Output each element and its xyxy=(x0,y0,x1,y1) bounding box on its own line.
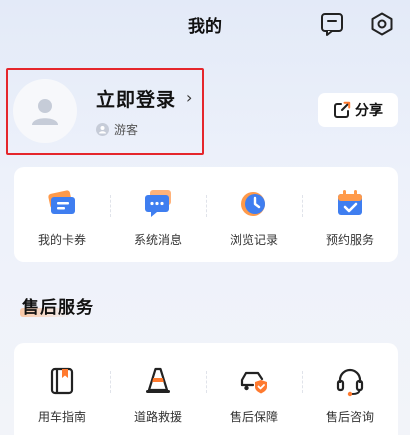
share-button[interactable]: 分享 xyxy=(318,93,398,127)
guide-book-icon xyxy=(50,367,74,395)
after-sales-consult[interactable]: 售后咨询 xyxy=(302,343,398,435)
quick-menu-coupons[interactable]: 我的卡券 xyxy=(14,167,110,262)
share-label: 分享 xyxy=(355,103,383,119)
quick-menu-label: 浏览记录 xyxy=(229,233,278,247)
section-title-after-sales: 售后服务 xyxy=(22,298,94,318)
guest-badge: 游客 xyxy=(96,121,138,138)
after-sales-label: 道路救援 xyxy=(133,410,182,424)
after-sales-rescue[interactable]: 道路救援 xyxy=(110,343,206,435)
guest-user-icon xyxy=(96,123,109,136)
quick-menu-history[interactable]: 浏览记录 xyxy=(206,167,302,262)
avatar[interactable] xyxy=(13,79,77,143)
after-sales-label: 售后咨询 xyxy=(325,410,374,424)
top-header: 我的 xyxy=(0,0,410,46)
after-sales-label: 售后保障 xyxy=(229,410,278,424)
message-square-icon[interactable] xyxy=(319,11,345,37)
settings-hexagon-icon[interactable] xyxy=(369,11,395,37)
quick-menu-booking[interactable]: 预约服务 xyxy=(302,167,398,262)
after-sales-warranty[interactable]: 售后保障 xyxy=(206,343,302,435)
page-title: 我的 xyxy=(188,17,222,37)
history-clock-icon xyxy=(241,192,265,216)
calendar-check-icon xyxy=(338,190,362,215)
headset-icon xyxy=(336,368,364,397)
quick-menu-card: 我的卡券 系统消息 浏览记录 预约服务 xyxy=(14,167,398,262)
after-sales-card: 用车指南 道路救援 售后保障 售后咨询 xyxy=(14,343,398,435)
chat-bubble-icon xyxy=(145,190,171,217)
quick-menu-label: 系统消息 xyxy=(133,233,182,247)
user-placeholder-icon xyxy=(32,99,58,125)
quick-menu-label: 预约服务 xyxy=(325,233,374,247)
guest-label: 游客 xyxy=(114,123,139,137)
share-edit-icon xyxy=(334,101,351,118)
car-shield-icon xyxy=(240,371,267,394)
traffic-cone-icon xyxy=(146,367,170,393)
after-sales-guide[interactable]: 用车指南 xyxy=(14,343,110,435)
chevron-right-icon: › xyxy=(186,88,193,107)
coupon-icon xyxy=(48,190,75,214)
quick-menu-messages[interactable]: 系统消息 xyxy=(110,167,206,262)
after-sales-label: 用车指南 xyxy=(37,410,86,424)
login-profile-area[interactable]: 立即登录 › 游客 xyxy=(6,68,204,155)
quick-menu-label: 我的卡券 xyxy=(37,233,86,247)
login-link[interactable]: 立即登录 xyxy=(96,85,176,112)
